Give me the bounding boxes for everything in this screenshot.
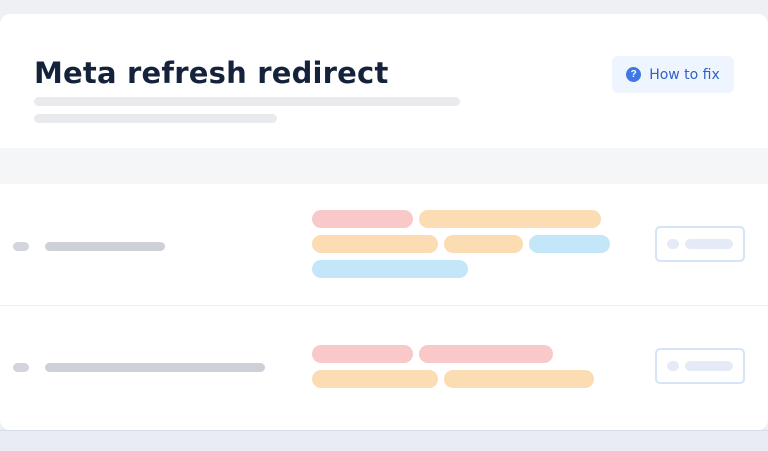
action-label-placeholder [685,239,733,249]
tag-placeholder [419,210,601,228]
issue-card: Meta refresh redirect ? How to fix [0,14,768,430]
how-to-fix-label: How to fix [649,66,720,83]
tag-placeholder [312,260,468,278]
row-text-placeholder [45,363,265,372]
question-circle-icon: ? [626,67,642,82]
table-header [0,148,768,184]
how-to-fix-button[interactable]: ? How to fix [612,56,734,93]
tag-placeholder [312,235,438,253]
tag-placeholder [312,370,438,388]
action-label-placeholder [685,361,733,371]
action-icon-placeholder [667,239,679,249]
tag-placeholder [419,345,553,363]
next-card-edge [0,430,768,451]
row-text-placeholder [45,242,165,251]
table-row [0,306,768,430]
table-row [0,184,768,305]
row-action-button[interactable] [655,226,745,262]
page-title: Meta refresh redirect [34,56,389,90]
description-placeholder-line-2 [34,114,277,123]
row-bullet-placeholder [13,363,29,372]
description-placeholder-line-1 [34,97,460,106]
row-action-button[interactable] [655,348,745,384]
tag-placeholder [312,210,413,228]
tag-placeholder [312,345,413,363]
tag-placeholder [444,235,523,253]
tag-placeholder [444,370,594,388]
tag-placeholder [529,235,610,253]
action-icon-placeholder [667,361,679,371]
row-bullet-placeholder [13,242,29,251]
